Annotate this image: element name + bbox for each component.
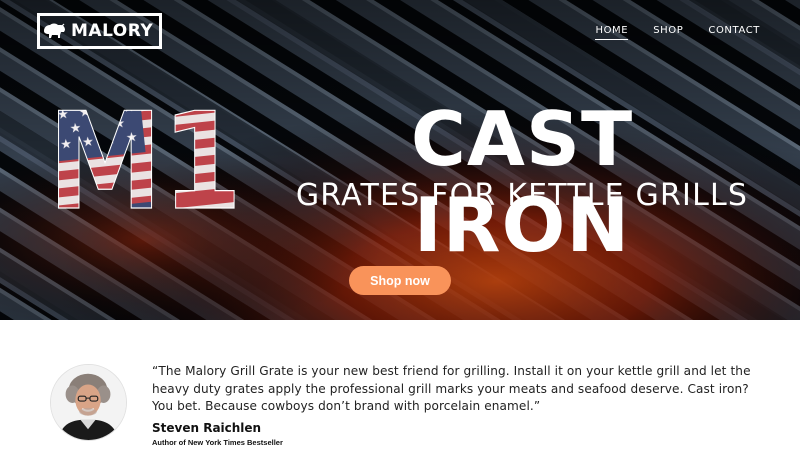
model-flag-logo: ★★★★ ★★★ ★★★★ M1 <box>48 104 243 212</box>
nav-item-home[interactable]: HOME <box>595 25 629 40</box>
brand-logo[interactable]: MALORY <box>37 13 162 49</box>
nav-item-contact[interactable]: CONTACT <box>708 25 760 40</box>
shop-now-button[interactable]: Shop now <box>349 266 451 295</box>
hero-subheadline: GRATES FOR KETTLE GRILLS <box>295 178 749 213</box>
testimonial-quote: “The Malory Grill Grate is your new best… <box>152 364 751 413</box>
brand-name: MALORY <box>71 21 154 41</box>
author-avatar <box>50 364 127 441</box>
author-title: Author of New York Times Bestseller <box>152 438 283 447</box>
author-name: Steven Raichlen <box>152 421 262 435</box>
hero-section: MALORY HOME SHOP CONTACT ★★★★ ★★★ ★★★★ <box>0 0 800 320</box>
model-name: M1 <box>48 104 242 212</box>
testimonial-section: “The Malory Grill Grate is your new best… <box>0 320 800 450</box>
portrait-image <box>51 365 126 440</box>
bison-icon <box>44 23 65 38</box>
nav-item-shop[interactable]: SHOP <box>653 25 683 40</box>
main-nav: HOME SHOP CONTACT <box>595 25 760 40</box>
